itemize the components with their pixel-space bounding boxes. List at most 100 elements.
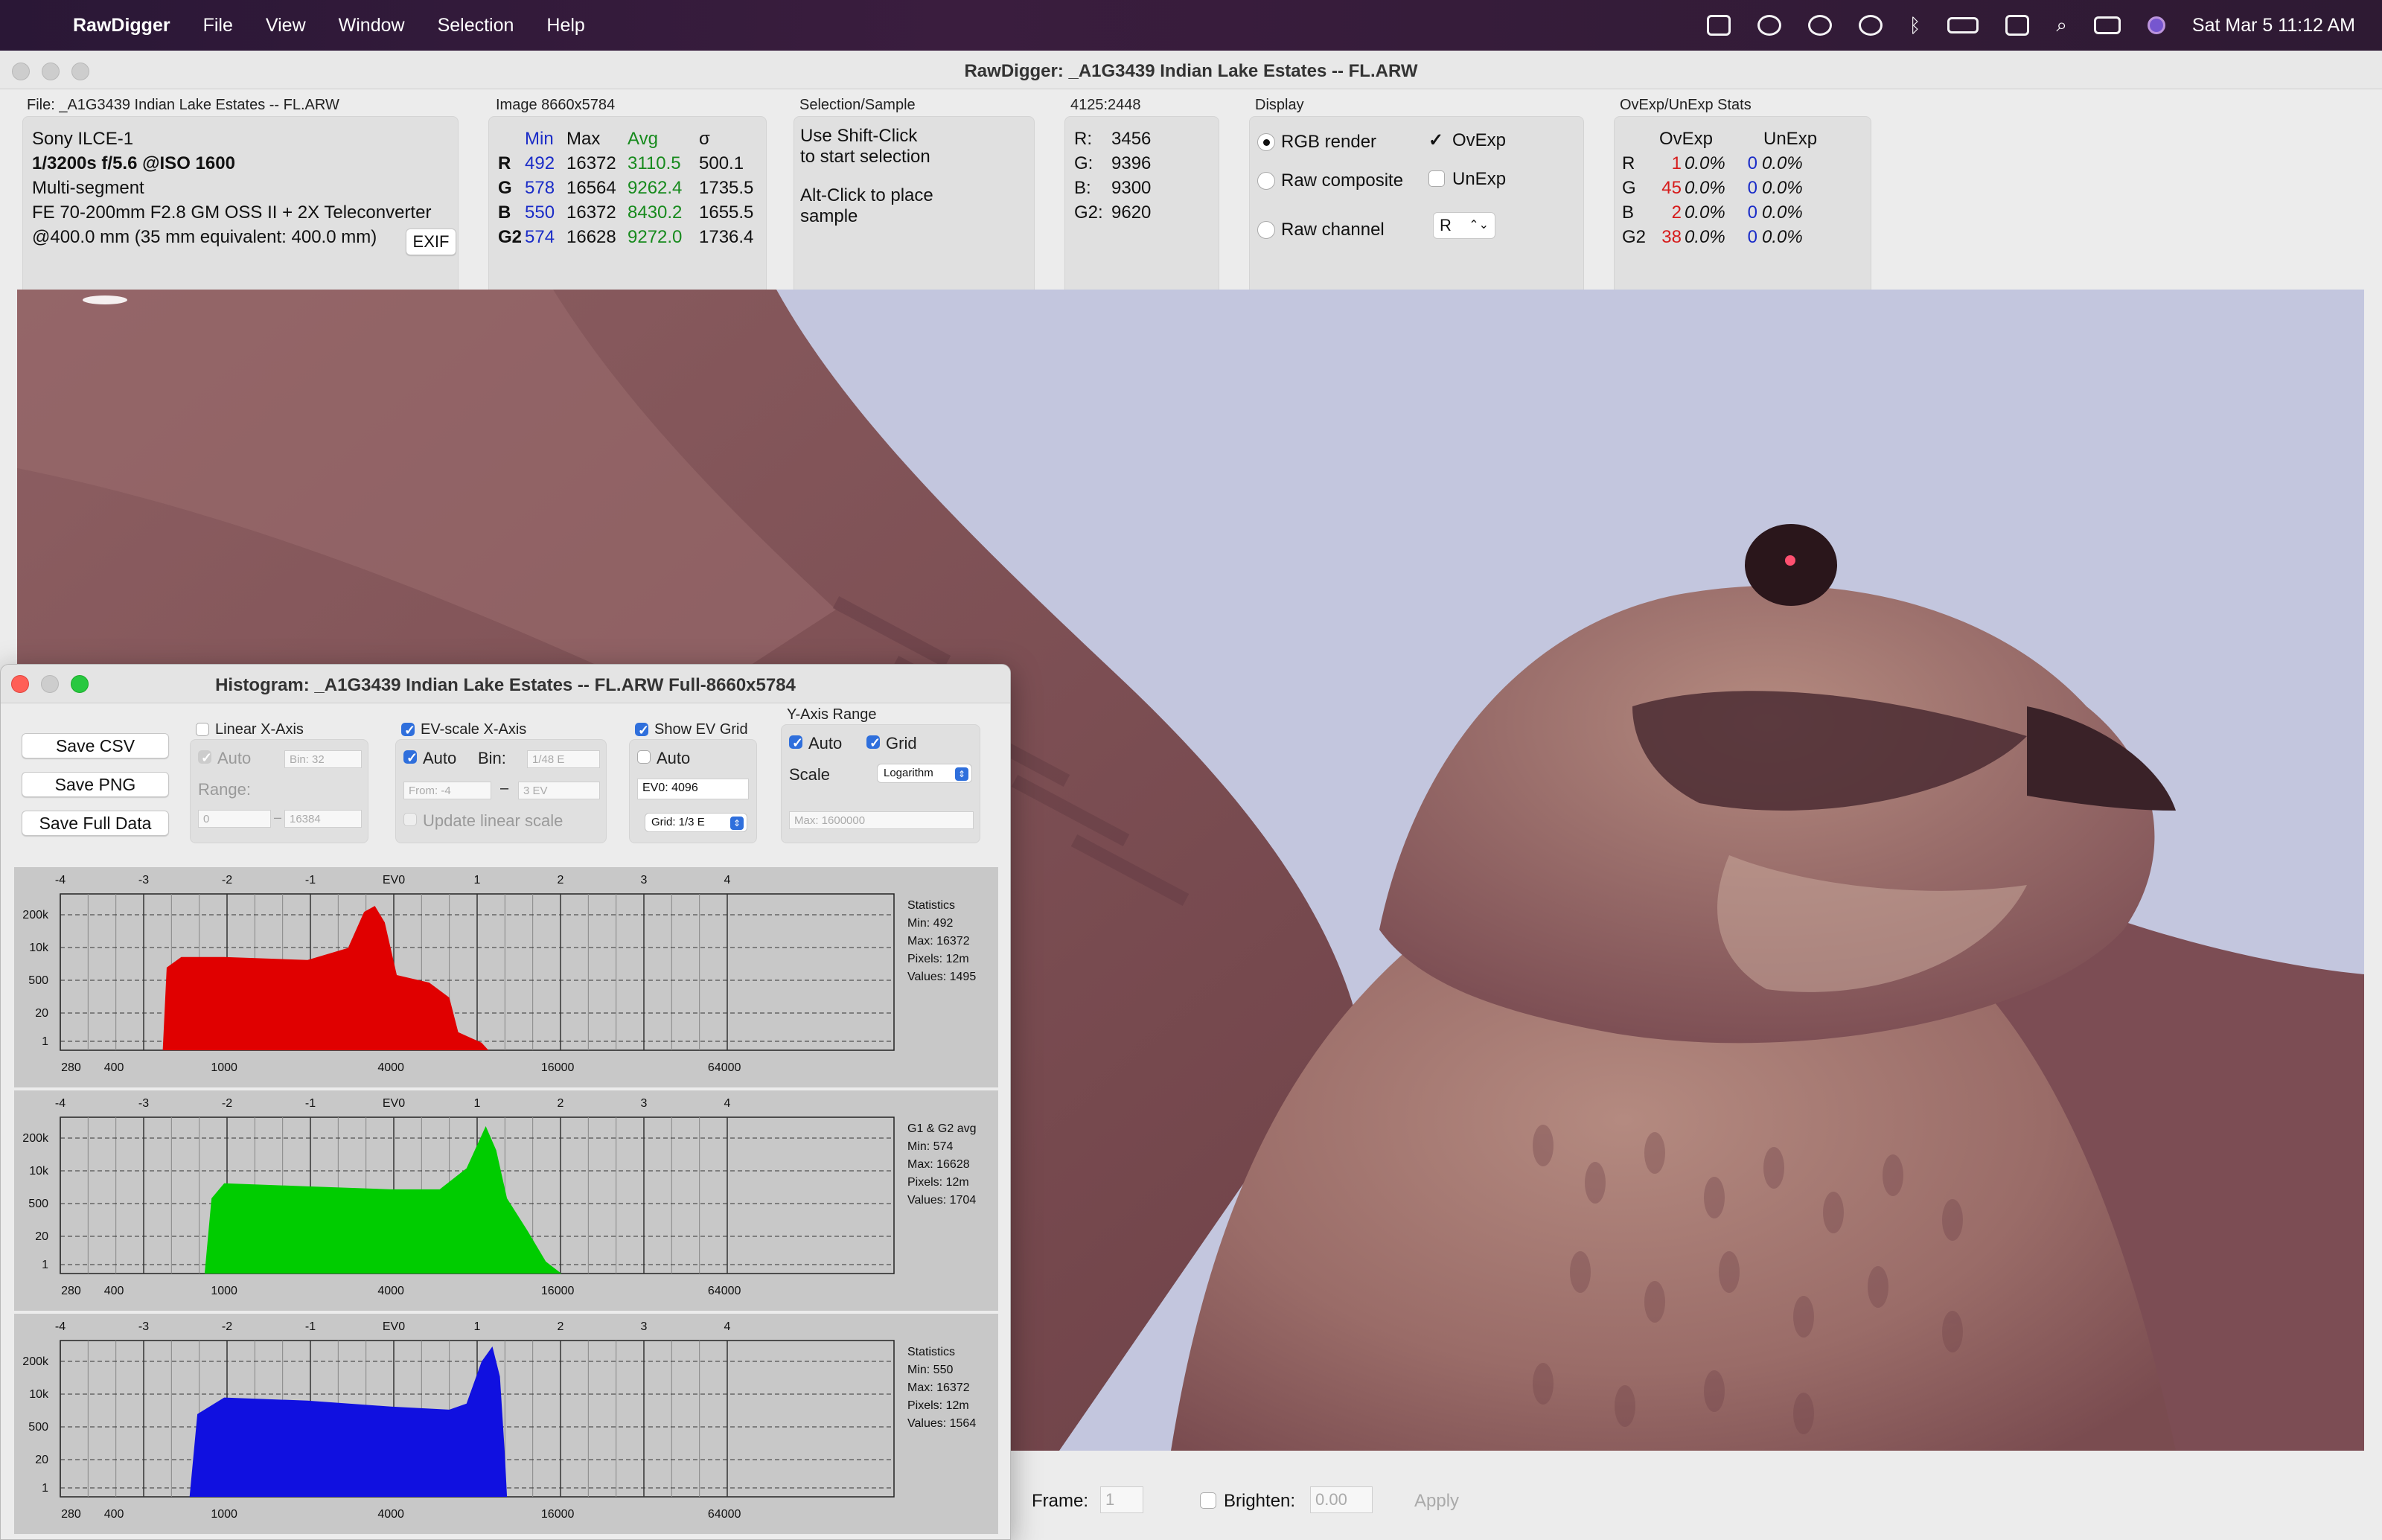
pixel-r-label: R: [1074,129,1092,149]
pixel-g-label: G: [1074,153,1093,173]
row-avg: 9272.0 [628,227,683,247]
save-png-button[interactable]: Save PNG [22,772,169,797]
pixel-g-value: 9396 [1111,153,1152,173]
linear-x-checkbox[interactable] [196,723,209,736]
ev-bin-field[interactable]: 1/48 E [527,750,600,768]
selection-hint: Use Shift-Click [800,126,918,146]
ev-auto-label: Auto [423,749,457,767]
stats-min: Min: 550 [907,1364,954,1376]
ev-to-field[interactable]: 3 EV [518,782,600,799]
menu-window[interactable]: Window [339,15,405,36]
update-linear-checkbox[interactable] [403,813,417,826]
display-panel-label: Display [1255,97,1304,113]
ev-tick-label: 3 [641,1320,648,1333]
ev-tick-label: -2 [222,1097,232,1110]
green-stats: G1 & G2 avg Min: 574 Max: 16628 Pixels: … [907,1120,977,1210]
ev-bin-value: 1/48 E [532,753,565,766]
stats-pixels: Pixels: 12m [907,953,969,965]
bluetooth-icon[interactable]: ᛒ [1909,14,1921,37]
apply-button[interactable]: Apply [1414,1491,1459,1512]
ev-tick-label: 4 [724,874,731,886]
ev-tick-label: 3 [641,874,648,886]
ev-auto-checkbox[interactable] [403,750,418,766]
ovexp-header: OvExp [1659,129,1714,149]
spotlight-search-icon[interactable]: ⌕ [2056,13,2067,37]
pixel-b-label: B: [1074,178,1091,198]
window-title: RawDigger: _A1G3439 Indian Lake Estates … [964,61,1418,81]
save-full-data-button[interactable]: Save Full Data [22,811,169,836]
ev-x-label: EV-scale X-Axis [421,721,527,738]
brighten-input[interactable]: 0.00 [1310,1486,1373,1513]
unexp-checkbox[interactable] [1428,170,1445,187]
ov-row-ch: B [1622,202,1635,223]
y-tick-label: 500 [28,974,48,987]
y-grid-checkbox[interactable] [866,735,881,751]
frame-label: Frame: [1032,1491,1089,1511]
save-csv-button[interactable]: Save CSV [22,733,169,758]
menu-clock[interactable]: Sat Mar 5 11:12 AM [2192,15,2355,36]
green-histogram: -4 -3 -2 -1 EV0 1 2 3 4 200k 10k 500 20 1 280 400 1000 40… [14,1090,998,1311]
y-tick-label: 1 [42,1259,48,1271]
stats-min: Min: 574 [907,1140,954,1153]
creative-cloud-icon[interactable] [1757,15,1781,36]
un-pct: 0.0% [1762,227,1803,247]
red-histogram: -4 -3 -2 -1 EV0 1 2 3 4 200k 10k 500 20 1 280 400 1000 40… [14,867,998,1087]
histogram-window: Histogram: _A1G3439 Indian Lake Estates … [0,664,1011,1540]
ev-x-checkbox[interactable] [401,723,415,738]
ov-count: 1 [1671,153,1682,173]
ovexp-checkbox[interactable] [1428,130,1445,151]
x-tick-label: 280 [61,1285,81,1297]
x-tick-label: 4000 [377,1508,404,1521]
frame-stepper[interactable]: 1 [1100,1486,1143,1513]
ev0-field[interactable]: EV0: 4096 [637,779,749,799]
range-to-field[interactable]: 16384 [284,810,362,828]
linear-auto-checkbox[interactable] [198,750,212,766]
show-ev-grid-checkbox[interactable] [635,723,649,738]
menu-selection[interactable]: Selection [438,15,514,36]
y-scale-select[interactable]: Logarithm ⇕ [877,764,972,783]
rgb-render-radio[interactable] [1257,133,1275,151]
ev-tick-label: 1 [474,1097,481,1110]
image-stats-panel: Min Max Avg σ R 492 16372 3110.5 500.1 G… [488,116,767,314]
play-icon[interactable] [1807,15,1832,36]
red-histogram-plot: -4 -3 -2 -1 EV0 1 2 3 4 200k 10k 500 20 1 280 400 1000 40… [22,874,895,1074]
raw-composite-radio[interactable] [1257,172,1275,190]
linear-bin-field[interactable]: Bin: 32 [284,750,362,768]
menu-view[interactable]: View [266,15,306,36]
ev-tick-label: 2 [558,874,564,886]
grid-step-select[interactable]: Grid: 1/3 E ⇕ [645,813,747,832]
range-from-value: 0 [203,813,210,825]
stats-title: Statistics [907,899,956,912]
pixel-g2-value: 9620 [1111,202,1152,223]
control-center-icon[interactable] [2093,16,2121,34]
ev-tick-label: -3 [138,1320,149,1333]
battery-icon[interactable] [1947,17,1979,33]
ev-grid-auto-checkbox[interactable] [637,750,651,764]
menu-help[interactable]: Help [546,15,584,36]
ev-tick-label: -1 [305,1097,316,1110]
ev-tick-label: 2 [558,1320,564,1333]
un-count: 0 [1747,202,1757,223]
screen-mirroring-icon[interactable] [2005,15,2030,36]
brighten-checkbox[interactable] [1200,1492,1216,1509]
raw-channel-radio[interactable] [1257,221,1275,239]
row-avg: 9262.4 [628,178,683,198]
time-machine-icon[interactable] [1858,15,1883,36]
ev-tick-label: -3 [138,1097,149,1110]
film-icon[interactable] [1706,15,1731,36]
range-from-field[interactable]: 0 [198,810,271,828]
y-auto-checkbox[interactable] [789,735,803,751]
siri-icon[interactable] [2147,16,2165,34]
y-max-field[interactable]: Max: 1600000 [789,811,974,829]
menu-file[interactable]: File [203,15,233,36]
channel-select[interactable]: R ⌃⌄ [1433,212,1495,239]
unexp-header: UnExp [1763,129,1818,149]
ev-from-field[interactable]: From: -4 [403,782,491,799]
exif-button[interactable]: EXIF [406,229,456,255]
y-grid-label: Grid [886,734,917,753]
menu-app[interactable]: RawDigger [73,15,170,36]
row-ch: B [498,202,511,223]
stats-max: Max: 16372 [907,935,970,948]
ovexp-stats-panel: OvExp UnExp R 1 0.0% 0 0.0% G 45 0.0% 0 … [1614,116,1871,314]
pixel-r-value: 3456 [1111,129,1152,149]
